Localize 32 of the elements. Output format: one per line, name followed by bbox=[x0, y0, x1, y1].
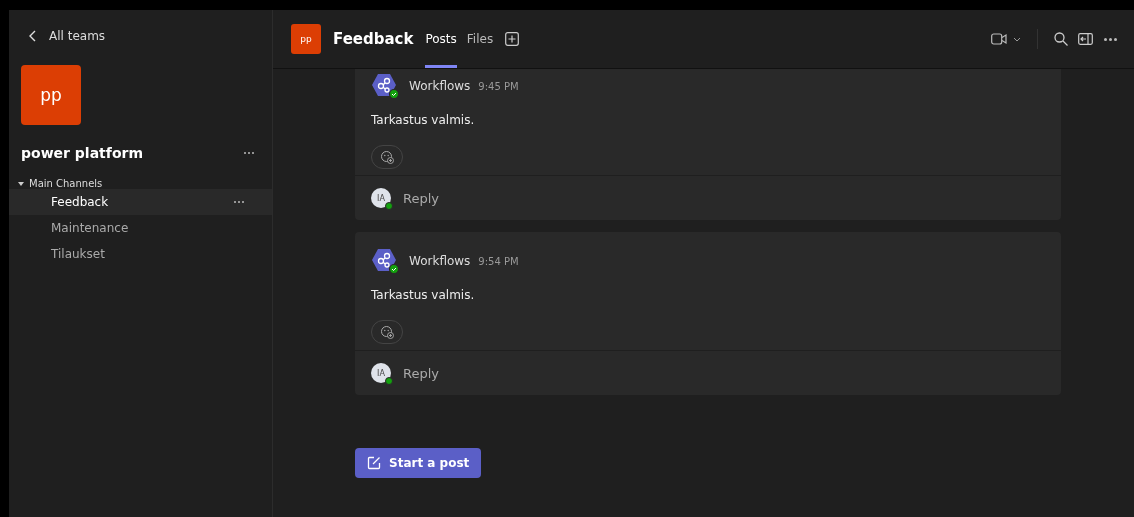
start-post-button[interactable]: Start a post bbox=[355, 448, 482, 478]
all-teams-link[interactable]: All teams bbox=[29, 29, 106, 43]
message-text: Tarkastus valmis. bbox=[371, 288, 476, 302]
message-text: Tarkastus valmis. bbox=[371, 113, 476, 127]
post-time: 9:45 PM bbox=[478, 80, 519, 92]
team-name: power platform bbox=[21, 145, 143, 161]
user-avatar: IA bbox=[371, 188, 391, 208]
workflows-app-icon bbox=[371, 248, 399, 274]
compose-icon bbox=[367, 456, 381, 470]
channel-avatar: pp bbox=[291, 24, 321, 54]
panel-icon[interactable] bbox=[1078, 33, 1093, 45]
channel-item[interactable]: Tilaukset bbox=[9, 241, 272, 267]
tab[interactable]: Files bbox=[466, 10, 494, 68]
video-camera-icon[interactable] bbox=[991, 33, 1007, 45]
search-icon[interactable] bbox=[1054, 32, 1068, 46]
channel-title: Feedback bbox=[333, 30, 414, 48]
back-icon bbox=[29, 30, 37, 42]
emoji-icon bbox=[380, 325, 394, 339]
channel-section-toggle[interactable]: Main Channels bbox=[18, 178, 103, 189]
channel-item[interactable]: Maintenance bbox=[9, 215, 272, 241]
reply-button[interactable]: Reply bbox=[403, 190, 439, 206]
author-name: Workflows bbox=[409, 254, 471, 268]
author-name: Workflows bbox=[409, 79, 471, 93]
channel-item[interactable]: Feedback bbox=[9, 189, 272, 215]
workflows-app-icon bbox=[371, 73, 399, 99]
emoji-icon bbox=[380, 150, 394, 164]
reply-button[interactable]: Reply bbox=[403, 365, 439, 381]
add-tab-icon[interactable] bbox=[505, 32, 520, 46]
user-avatar: IA bbox=[371, 363, 391, 383]
team-avatar: pp bbox=[21, 65, 81, 125]
chevron-down-icon[interactable] bbox=[1013, 36, 1021, 42]
post-time: 9:54 PM bbox=[478, 255, 519, 267]
